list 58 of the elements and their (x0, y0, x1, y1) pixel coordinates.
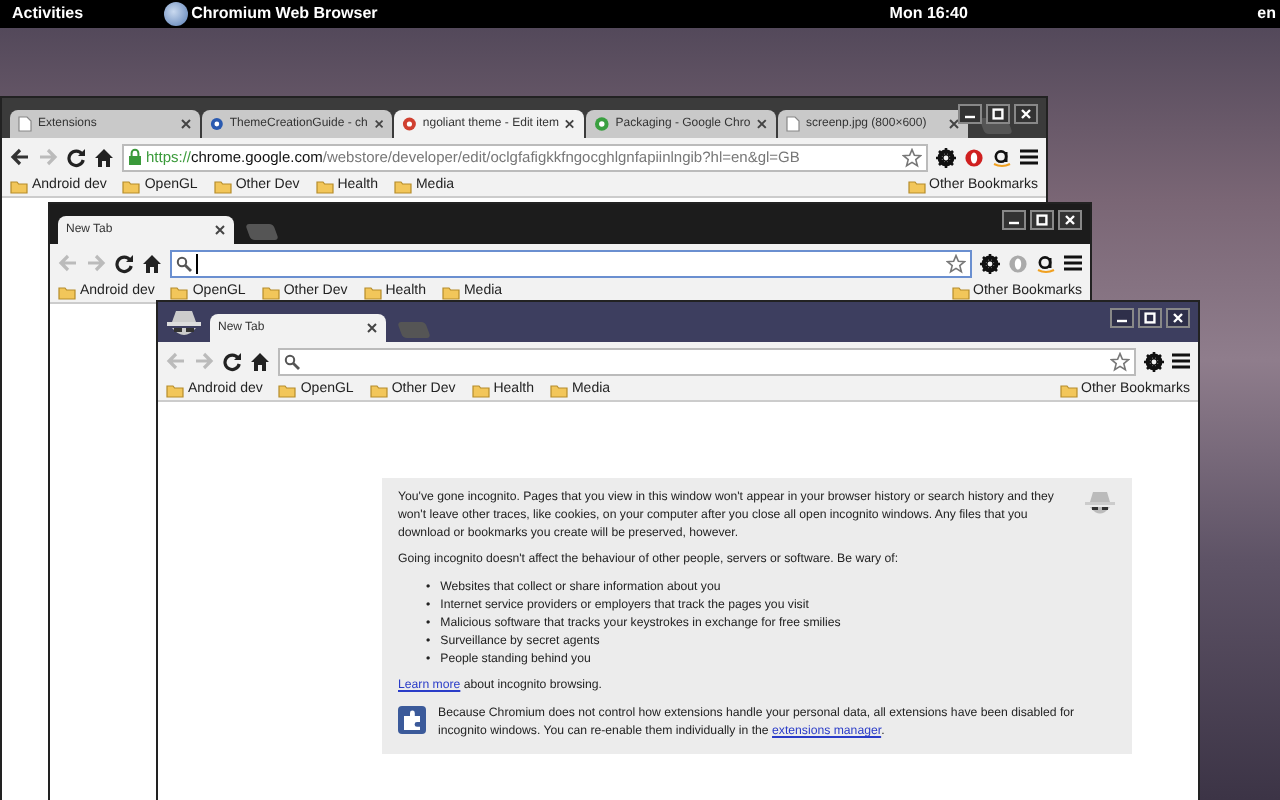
search-icon (284, 353, 300, 369)
maximize-button[interactable] (986, 104, 1010, 124)
favicon-icon (594, 116, 610, 132)
close-button[interactable] (1014, 104, 1038, 124)
close-icon[interactable] (214, 224, 226, 236)
incognito-icon (1084, 490, 1116, 518)
close-icon[interactable] (180, 118, 192, 130)
favicon-icon (402, 116, 417, 132)
star-icon[interactable] (946, 253, 966, 273)
menu-icon[interactable] (1064, 254, 1082, 272)
app-menu[interactable]: Chromium Web Browser (191, 0, 378, 28)
page-icon (786, 116, 800, 132)
close-icon (1172, 312, 1184, 324)
star-icon[interactable] (1110, 351, 1130, 371)
text-cursor (196, 253, 198, 273)
close-icon[interactable] (756, 118, 768, 130)
back-arrow-icon[interactable] (10, 148, 30, 166)
minimize-button[interactable] (1110, 308, 1134, 328)
page-icon (18, 116, 32, 132)
close-icon[interactable] (366, 322, 378, 334)
letter-a-icon[interactable] (1036, 253, 1056, 273)
gear-icon[interactable] (980, 253, 1000, 273)
maximize-icon (992, 108, 1004, 120)
minimize-button[interactable] (1002, 210, 1026, 230)
menu-icon[interactable] (1020, 148, 1038, 166)
letter-a-icon[interactable] (992, 147, 1012, 167)
gear-icon[interactable] (936, 147, 956, 167)
reload-icon[interactable] (222, 351, 242, 371)
home-icon[interactable] (250, 351, 270, 371)
reload-icon[interactable] (114, 253, 134, 273)
gear-icon[interactable] (1144, 351, 1164, 371)
home-icon[interactable] (94, 147, 114, 167)
menu-icon[interactable] (1172, 352, 1190, 370)
maximize-icon (1036, 214, 1048, 226)
close-icon[interactable] (948, 118, 960, 130)
maximize-button[interactable] (1030, 210, 1054, 230)
home-icon[interactable] (142, 253, 162, 273)
minimize-button[interactable] (958, 104, 982, 124)
puzzle-piece-icon (398, 706, 426, 735)
star-icon[interactable] (902, 147, 922, 167)
search-icon (176, 255, 192, 271)
activities-button[interactable]: Activities (12, 0, 84, 28)
close-icon[interactable] (373, 118, 384, 130)
favicon-icon (210, 116, 224, 132)
close-button[interactable] (1058, 210, 1082, 230)
keyboard-layout[interactable]: en (1257, 0, 1276, 28)
lock-icon (128, 148, 142, 166)
ring-icon[interactable] (964, 147, 984, 167)
maximize-icon (1144, 312, 1156, 324)
incognito-icon (166, 308, 202, 340)
close-button[interactable] (1166, 308, 1190, 328)
reload-icon[interactable] (66, 147, 86, 167)
app-icon (163, 2, 188, 26)
close-icon (1064, 214, 1076, 226)
maximize-button[interactable] (1138, 308, 1162, 328)
clock[interactable]: Mon 16:40 (889, 0, 968, 28)
close-icon (1020, 108, 1032, 120)
close-icon[interactable] (564, 118, 576, 130)
